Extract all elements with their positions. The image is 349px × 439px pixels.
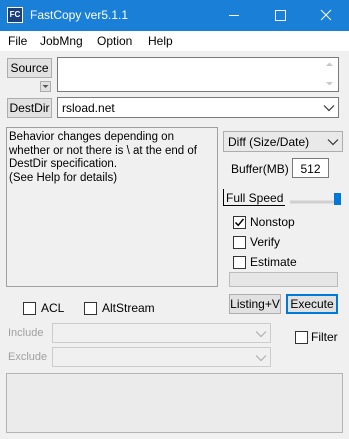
menu-jobmng[interactable]: JobMng <box>40 34 83 48</box>
info-panel: Behavior changes depending on whether or… <box>6 127 218 287</box>
source-history-dropdown[interactable] <box>40 81 51 92</box>
chevron-down-icon <box>255 355 267 362</box>
estimate-label: Estimate <box>250 255 297 269</box>
close-button[interactable] <box>303 0 349 31</box>
speed-label-frame: Full Speed <box>223 189 285 206</box>
include-combobox[interactable] <box>52 323 271 343</box>
destdir-value: rsload.net <box>62 101 115 115</box>
minimize-button[interactable] <box>211 0 257 31</box>
filter-checkbox[interactable] <box>295 331 308 344</box>
menu-help[interactable]: Help <box>148 34 173 48</box>
altstream-checkbox[interactable] <box>84 302 97 315</box>
source-button[interactable]: Source <box>7 58 52 78</box>
scroll-arrows-icon <box>326 62 333 86</box>
minimize-icon <box>229 15 239 16</box>
verify-label: Verify <box>250 235 281 249</box>
destdir-combobox[interactable]: rsload.net <box>57 97 339 118</box>
menu-file[interactable]: File <box>8 34 27 48</box>
verify-checkbox[interactable] <box>233 236 246 249</box>
menu-bar: File JobMng Option Help <box>0 31 349 51</box>
altstream-label: AltStream <box>102 301 155 315</box>
buffer-input[interactable]: 512 <box>292 158 329 178</box>
maximize-icon <box>275 10 286 21</box>
fastcopy-app-icon: FC <box>7 7 23 23</box>
checkmark-icon <box>234 218 245 227</box>
execute-button[interactable]: Execute <box>286 294 338 314</box>
source-input[interactable] <box>57 57 339 92</box>
chevron-down-icon <box>255 331 267 338</box>
title-bar[interactable]: FC FastCopy ver5.1.1 <box>0 0 349 31</box>
buffer-label: Buffer(MB) <box>231 162 289 176</box>
chevron-down-icon <box>327 139 339 146</box>
maximize-button[interactable] <box>257 0 303 31</box>
close-icon <box>320 9 332 21</box>
source-scrollbar[interactable] <box>321 58 338 91</box>
nonstop-label: Nonstop <box>250 215 295 229</box>
filter-label: Filter <box>311 330 338 344</box>
chevron-down-icon <box>323 105 335 112</box>
menu-option[interactable]: Option <box>97 34 132 48</box>
progress-bar <box>229 272 338 287</box>
destdir-button[interactable]: DestDir <box>7 98 52 118</box>
copy-mode-value: Diff (Size/Date) <box>228 135 310 149</box>
chevron-down-icon <box>42 85 49 88</box>
exclude-label: Exclude <box>8 351 48 363</box>
include-label: Include <box>8 327 44 339</box>
speed-slider[interactable] <box>289 193 341 205</box>
nonstop-checkbox[interactable] <box>233 216 246 229</box>
speed-label: Full Speed <box>226 191 284 205</box>
acl-checkbox[interactable] <box>23 302 36 315</box>
listing-button[interactable]: Listing+V <box>229 294 281 314</box>
speed-slider-thumb[interactable] <box>334 193 341 205</box>
window-title: FastCopy ver5.1.1 <box>30 8 129 22</box>
buffer-value: 512 <box>300 162 321 176</box>
estimate-checkbox[interactable] <box>233 256 246 269</box>
acl-label: ACL <box>41 301 65 315</box>
copy-mode-select[interactable]: Diff (Size/Date) <box>223 131 343 152</box>
exclude-combobox[interactable] <box>52 347 271 367</box>
status-panel <box>6 373 343 433</box>
